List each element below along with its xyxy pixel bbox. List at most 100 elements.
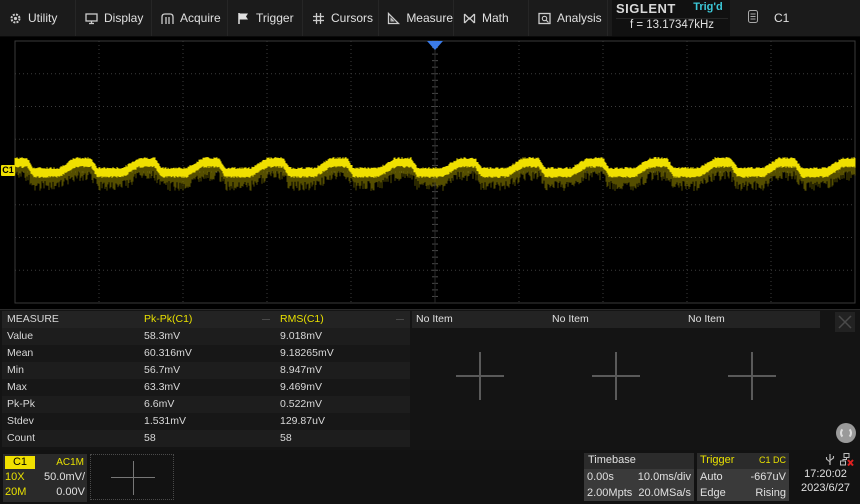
menu-bar: Utility Display Acquire Trigger Cursors … [0,0,860,37]
pkpk-header-text: Pk-Pk(C1) [144,313,193,325]
menu-trigger-label: Trigger [256,11,294,25]
trigger-row-1: Auto -667uV [697,469,789,485]
close-icon [838,315,852,329]
horizontal-scale: 10.0ms/div [637,471,691,483]
trigger-title: Trigger [700,454,735,466]
rms-header-text: RMS(C1) [280,313,324,325]
menu-analysis-label: Analysis [557,11,602,25]
rms-value: 129.87uV [280,415,325,427]
channel-1-offset-marker[interactable]: C1 [1,165,15,176]
reset-statistics-button[interactable] [836,423,856,443]
cursors-icon [311,11,325,25]
system-info: 17:20:02 2023/6/27 [793,453,858,501]
menu-math-label: Math [482,11,509,25]
vertical-scale: 50.0mV/ [44,471,85,483]
empty-slot-label[interactable]: No Item [412,311,548,328]
rms-value: 9.469mV [280,381,323,393]
trigger-row-2: Edge Rising [697,485,789,501]
acquire-icon [160,11,174,25]
menu-cursors-label: Cursors [331,11,374,25]
menu-math[interactable]: Math [454,0,529,36]
menu-cursors[interactable]: Cursors [303,0,379,36]
rms-value: 9.18265mV [280,347,334,359]
pkpk-value: 63.3mV [144,381,181,393]
status-bar: C1 AC1M 10X 50.0mV/ 20M 0.00V Timebase 0… [0,450,860,504]
menu-display[interactable]: Display [76,0,152,36]
trigger-type: Edge [700,487,726,499]
rms-value: 8.947mV [280,364,323,376]
pkpk-value: 1.531mV [144,415,187,427]
trigger-mode: Auto [700,471,723,483]
channel-1-info[interactable]: C1 AC1M 10X 50.0mV/ 20M 0.00V [3,454,87,502]
rms-value: 0.522mV [280,398,323,410]
pkpk-value: 58 [144,432,156,444]
menu-trigger[interactable]: Trigger [228,0,303,36]
ruler-icon [387,11,401,25]
measure-header-row: MEASURE Pk-Pk(C1) RMS(C1) [2,311,410,328]
empty-slot-label[interactable]: No Item [548,311,684,328]
add-measure-button[interactable] [592,350,644,402]
measure-row: Min 56.7mV 8.947mV [2,362,410,379]
measure-header-label: MEASURE [7,313,59,325]
channel-coupling: AC1M [56,457,84,468]
active-channel-label: C1 [774,11,790,25]
timebase-row-1: 0.00s 10.0ms/div [584,469,694,485]
trigger-slope: Rising [755,487,786,499]
minus-icon [262,319,270,320]
menu-acquire[interactable]: Acquire [152,0,228,36]
channel-scale-row: 10X 50.0mV/ [5,470,85,485]
pkpk-value: 6.6mV [144,398,175,410]
system-date: 2023/6/27 [801,482,850,494]
channel-select[interactable]: C1 [734,0,854,36]
plus-icon-stroke [751,352,753,400]
sample-rate: 20.0MSa/s [638,487,691,499]
system-icons [793,453,858,467]
menu-utility-label: Utility [28,11,58,25]
trigger-status: Trig'd [693,1,723,13]
menu-analysis[interactable]: Analysis [529,0,608,36]
measure-panel: MEASURE Pk-Pk(C1) RMS(C1) Value 58.3mV 9… [0,309,860,450]
measure-row: Stdev 1.531mV 129.87uV [2,413,410,430]
channel-offset-row: 20M 0.00V [5,485,85,500]
bandwidth-limit: 20M [5,486,27,498]
measure-row: Count 58 58 [2,430,410,447]
add-channel-button[interactable] [90,454,174,500]
measure-row: Pk-Pk 6.6mV 0.522mV [2,396,410,413]
add-measure-button[interactable] [456,350,508,402]
measure-header-rms[interactable]: RMS(C1) [276,311,410,328]
empty-measure-header: No Item No Item No Item [412,311,820,328]
gear-icon [8,11,22,25]
timebase-panel[interactable]: Timebase 0.00s 10.0ms/div 2.00Mpts 20.0M… [584,453,694,501]
add-measure-button[interactable] [728,350,780,402]
plus-icon-stroke [479,352,481,400]
trigger-panel[interactable]: Trigger C1 DC Auto -667uV Edge Rising [697,453,789,501]
menu-measure[interactable]: Measure [379,0,454,36]
horizontal-delay: 0.00s [587,471,614,483]
measure-row: Value 58.3mV 9.018mV [2,328,410,345]
measure-row: Max 63.3mV 9.469mV [2,379,410,396]
vertical-offset: 0.00V [56,486,85,498]
refresh-icon [840,427,852,439]
pkpk-value: 56.7mV [144,364,181,376]
monitor-icon [84,11,98,25]
analysis-icon [537,11,551,25]
siglent-logo: SIGLENT [616,1,676,16]
trigger-position-marker[interactable] [427,41,443,50]
close-measure-button[interactable] [835,312,855,332]
menu-measure-label: Measure [406,11,453,25]
stat-label: Value [7,330,34,342]
trigger-level: -667uV [750,471,786,483]
menu-utility[interactable]: Utility [0,0,76,36]
stat-label: Mean [7,347,34,359]
pkpk-value: 58.3mV [144,330,181,342]
stat-label: Stdev [7,415,34,427]
memory-depth: 2.00Mpts [587,487,633,499]
stat-label: Max [7,381,27,393]
measure-header-pkpk[interactable]: Pk-Pk(C1) [140,311,276,328]
stat-label: Pk-Pk [7,398,36,410]
empty-slot-label[interactable]: No Item [684,311,820,328]
list-icon [748,10,758,26]
rms-value: 58 [280,432,292,444]
network-disconnected-icon [840,453,854,467]
waveform-display[interactable]: C1 [0,37,860,307]
